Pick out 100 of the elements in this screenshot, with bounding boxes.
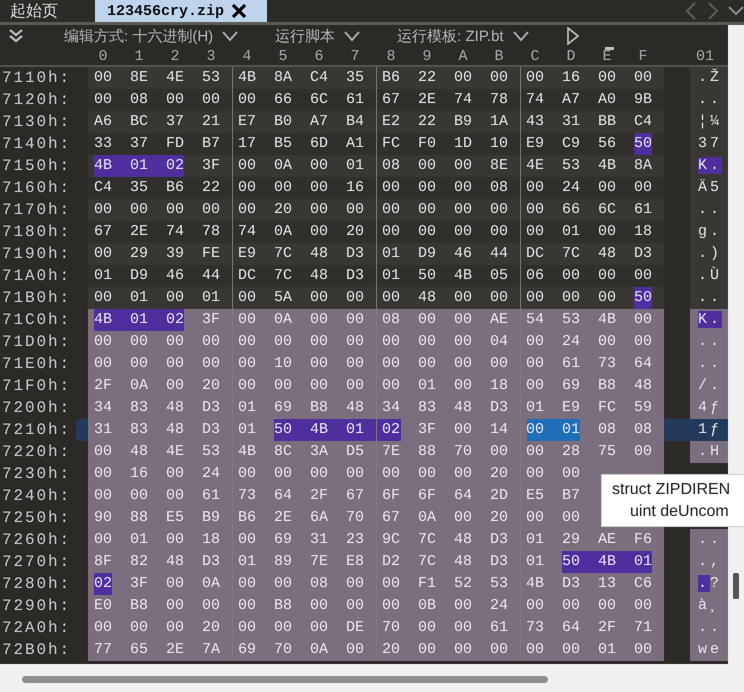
hex-byte[interactable]: 00 <box>592 287 628 309</box>
hex-byte[interactable]: 00 <box>88 199 124 221</box>
hex-byte[interactable]: DE <box>340 617 376 639</box>
hex-byte[interactable]: 4B <box>592 551 628 573</box>
hex-byte[interactable]: 00 <box>160 199 196 221</box>
hex-byte[interactable]: A7 <box>556 89 592 111</box>
hex-byte[interactable]: D9 <box>124 265 160 287</box>
hex-byte[interactable]: 44 <box>196 265 232 287</box>
chevron-left-icon[interactable] <box>684 1 698 21</box>
hex-byte[interactable]: 67 <box>88 221 124 243</box>
hex-byte[interactable]: E8 <box>340 551 376 573</box>
hex-byte[interactable]: FD <box>160 133 196 155</box>
hex-byte[interactable]: 00 <box>304 309 340 331</box>
hex-byte[interactable]: 6F <box>412 485 448 507</box>
hex-byte[interactable]: 01 <box>124 287 160 309</box>
hex-byte[interactable]: 00 <box>160 595 196 617</box>
hex-byte[interactable]: 2F <box>304 485 340 507</box>
horizontal-scrollbar[interactable] <box>0 664 744 692</box>
hex-byte[interactable]: 3F <box>412 419 448 441</box>
hex-byte[interactable]: D3 <box>484 397 520 419</box>
hex-byte[interactable]: 66 <box>268 89 304 111</box>
hex-byte[interactable]: 00 <box>304 331 340 353</box>
hex-byte[interactable]: 00 <box>340 573 376 595</box>
hex-byte[interactable]: 01 <box>340 155 376 177</box>
hex-byte[interactable]: 00 <box>304 155 340 177</box>
close-icon[interactable] <box>230 3 248 19</box>
hex-byte[interactable]: 00 <box>448 507 484 529</box>
hex-byte[interactable]: FE <box>196 243 232 265</box>
hex-byte[interactable]: 31 <box>304 529 340 551</box>
hex-byte[interactable]: 00 <box>520 639 556 661</box>
hex-byte[interactable]: 00 <box>124 485 160 507</box>
hex-byte[interactable]: C4 <box>304 67 340 89</box>
hex-byte[interactable]: 48 <box>448 529 484 551</box>
hex-byte[interactable]: 28 <box>556 441 592 463</box>
hex-byte[interactable]: 21 <box>196 111 232 133</box>
hex-byte[interactable]: 00 <box>268 463 304 485</box>
hex-byte[interactable]: 00 <box>340 309 376 331</box>
hex-byte[interactable]: 20 <box>484 463 520 485</box>
hex-byte[interactable]: 22 <box>412 67 448 89</box>
hex-byte[interactable]: 00 <box>304 463 340 485</box>
hex-byte[interactable]: 00 <box>448 155 484 177</box>
hex-byte[interactable]: D3 <box>484 529 520 551</box>
hex-byte[interactable]: 08 <box>304 573 340 595</box>
hex-byte[interactable]: D3 <box>196 397 232 419</box>
hex-byte[interactable]: 00 <box>340 639 376 661</box>
hex-byte[interactable]: 13 <box>592 573 628 595</box>
hex-byte[interactable]: 88 <box>412 441 448 463</box>
hex-byte[interactable]: 00 <box>412 331 448 353</box>
hex-byte[interactable]: 1A <box>484 111 520 133</box>
hex-byte[interactable]: 01 <box>556 221 592 243</box>
hex-byte[interactable]: 01 <box>340 419 376 441</box>
hex-byte[interactable]: 00 <box>160 89 196 111</box>
hex-byte[interactable]: B0 <box>268 111 304 133</box>
hex-byte[interactable]: E0 <box>88 595 124 617</box>
hex-byte[interactable]: 00 <box>304 199 340 221</box>
hex-byte[interactable]: 00 <box>484 221 520 243</box>
hex-byte[interactable]: 4B <box>592 155 628 177</box>
tab[interactable]: 123456cry.zip <box>95 0 267 22</box>
hex-byte[interactable]: 00 <box>160 463 196 485</box>
hex-byte[interactable]: 00 <box>484 353 520 375</box>
hex-byte[interactable]: 64 <box>556 617 592 639</box>
hex-byte[interactable]: 53 <box>484 573 520 595</box>
hex-byte[interactable]: 8E <box>124 67 160 89</box>
hex-byte[interactable]: 6C <box>304 89 340 111</box>
hex-byte[interactable]: 66 <box>556 199 592 221</box>
hex-byte[interactable]: 48 <box>124 441 160 463</box>
hex-byte[interactable]: 48 <box>160 419 196 441</box>
hex-byte[interactable]: 29 <box>556 529 592 551</box>
hex-byte[interactable]: C9 <box>556 133 592 155</box>
hex-byte[interactable]: 00 <box>160 573 196 595</box>
hex-byte[interactable]: B8 <box>124 595 160 617</box>
hex-byte[interactable]: 00 <box>592 67 628 89</box>
hex-byte[interactable]: 3F <box>196 155 232 177</box>
hex-byte[interactable]: 5A <box>268 287 304 309</box>
hex-byte[interactable]: 6D <box>304 133 340 155</box>
hex-byte[interactable]: 08 <box>124 89 160 111</box>
hex-byte[interactable]: 00 <box>412 617 448 639</box>
hex-byte[interactable]: 48 <box>304 265 340 287</box>
hex-byte[interactable]: 00 <box>628 309 664 331</box>
hex-byte[interactable]: 2E <box>268 507 304 529</box>
dropdown-label[interactable]: 运行脚本 <box>275 26 336 46</box>
hex-byte[interactable]: 65 <box>124 639 160 661</box>
hex-byte[interactable]: BB <box>592 111 628 133</box>
hex-byte[interactable]: 7E <box>304 551 340 573</box>
hex-byte[interactable]: 00 <box>412 639 448 661</box>
hex-byte[interactable]: 00 <box>448 309 484 331</box>
hex-byte[interactable]: 20 <box>268 199 304 221</box>
hex-byte[interactable]: 7C <box>412 551 448 573</box>
hex-byte[interactable]: 64 <box>628 353 664 375</box>
hex-byte[interactable]: 2E <box>160 639 196 661</box>
hex-byte[interactable]: E9 <box>556 397 592 419</box>
hex-byte[interactable]: 01 <box>124 155 160 177</box>
hex-byte[interactable]: 0A <box>412 507 448 529</box>
dropdown-label[interactable]: 编辑方式: 十六进制(H) <box>64 26 214 46</box>
hex-byte[interactable]: 3F <box>124 573 160 595</box>
hex-byte[interactable]: 00 <box>448 221 484 243</box>
hex-byte[interactable]: 24 <box>484 595 520 617</box>
hex-byte[interactable]: 00 <box>484 199 520 221</box>
hex-byte[interactable]: A6 <box>88 111 124 133</box>
hex-byte[interactable]: D3 <box>196 419 232 441</box>
